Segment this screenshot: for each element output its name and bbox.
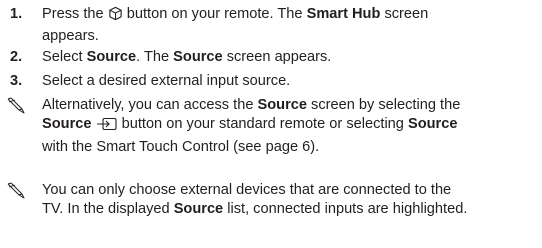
step-number: 1. bbox=[10, 6, 23, 22]
step-text: Press the button on your remote. The Sma… bbox=[42, 6, 429, 45]
step-text: Select a desired external input source. bbox=[42, 73, 291, 89]
note-pencil-icon bbox=[6, 181, 28, 199]
note-text: Alternatively, you can access the Source… bbox=[42, 97, 461, 155]
step-1: 1. Press the button on your remote. The … bbox=[0, 5, 540, 45]
note-2: You can only choose external devices tha… bbox=[0, 181, 540, 221]
note-1: Alternatively, you can access the Source… bbox=[0, 96, 540, 156]
manual-instructions: 1. Press the button on your remote. The … bbox=[0, 0, 542, 248]
step-number: 2. bbox=[10, 49, 23, 65]
source-input-icon bbox=[96, 117, 118, 137]
step-2: 2. Select Source. The Source screen appe… bbox=[0, 48, 540, 68]
step-number: 3. bbox=[10, 73, 23, 89]
step-text: Select Source. The Source screen appears… bbox=[42, 49, 332, 65]
note-text: You can only choose external devices tha… bbox=[42, 182, 468, 218]
step-3: 3. Select a desired external input sourc… bbox=[0, 72, 540, 92]
note-pencil-icon bbox=[6, 96, 28, 114]
smart-hub-cube-icon bbox=[108, 6, 123, 27]
